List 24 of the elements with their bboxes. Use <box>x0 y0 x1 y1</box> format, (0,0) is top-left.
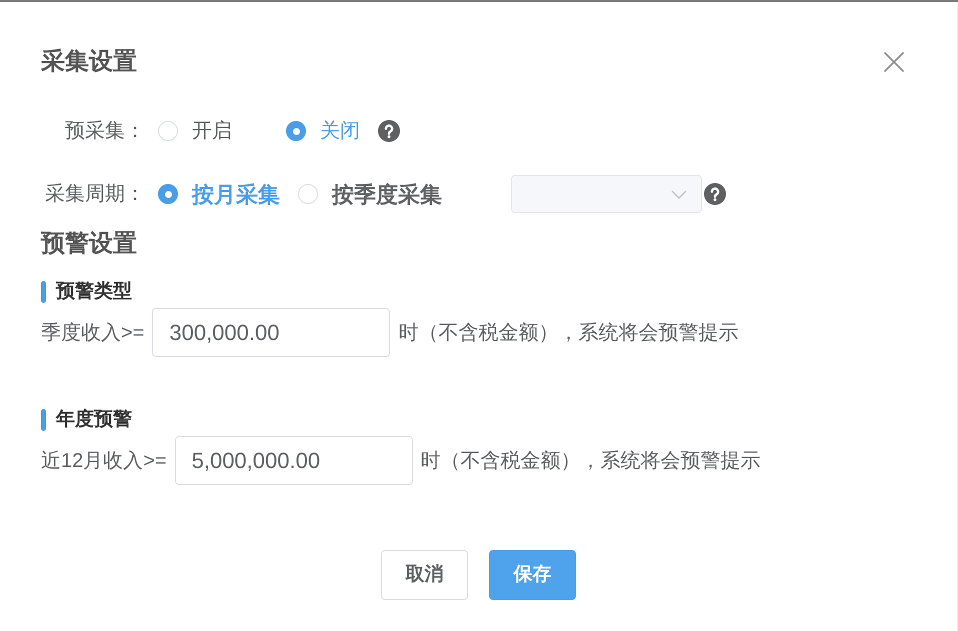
chevron-down-icon <box>671 190 687 198</box>
help-icon[interactable] <box>704 183 726 205</box>
radio-button[interactable] <box>286 121 306 141</box>
hint-text: 时（不含税金额），系统将会预警提示 <box>398 320 738 346</box>
radio-button[interactable] <box>158 184 178 204</box>
cancel-button[interactable]: 取消 <box>381 550 468 600</box>
field-label: 采集周期： <box>45 183 145 205</box>
close-button[interactable] <box>883 51 905 73</box>
amount-input[interactable]: 5,000,000.00 <box>174 436 413 485</box>
section-title: 预警设置 <box>41 229 137 259</box>
field-label: 预采集： <box>65 120 145 142</box>
group-title: 预警类型 <box>56 280 132 304</box>
field-label: 季度收入>= <box>41 320 144 346</box>
hint-text: 时（不含税金额），系统将会预警提示 <box>420 448 761 474</box>
accent-bar <box>41 281 46 303</box>
help-icon[interactable] <box>378 120 400 142</box>
field-label: 近12月收入>= <box>41 448 167 474</box>
radio-label[interactable]: 按季度采集 <box>332 178 442 210</box>
radio-label[interactable]: 开启 <box>192 116 232 146</box>
accent-bar <box>41 409 46 431</box>
dialog-title: 采集设置 <box>41 47 137 77</box>
amount-input[interactable]: 300,000.00 <box>152 308 390 357</box>
group-title: 年度预警 <box>56 408 132 432</box>
close-icon <box>883 51 905 73</box>
